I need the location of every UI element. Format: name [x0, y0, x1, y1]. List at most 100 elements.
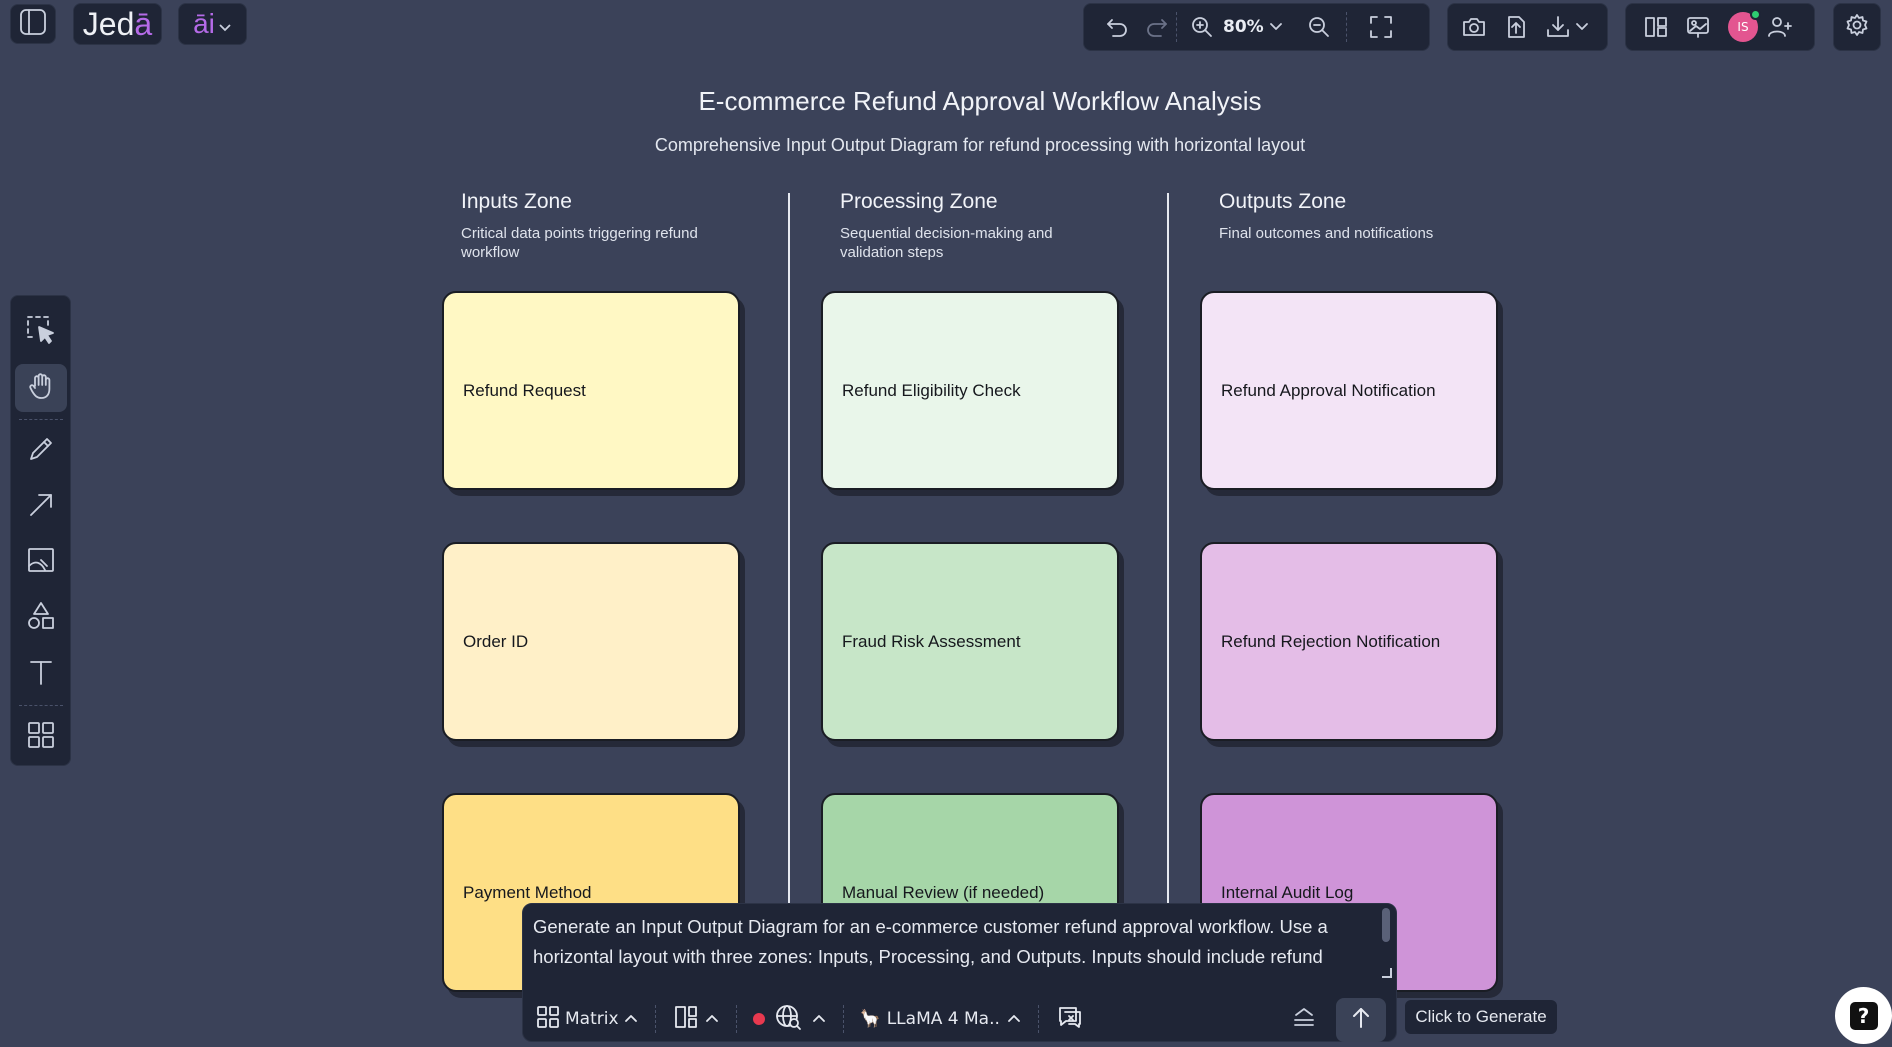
prompt-textarea[interactable]: Generate an Input Output Diagram for an … [533, 912, 1378, 976]
zone-divider [1167, 193, 1169, 903]
card-order-id[interactable]: Order ID [442, 542, 740, 741]
redo-icon[interactable] [1144, 14, 1170, 40]
pencil-icon [25, 433, 57, 469]
chat-clear-button[interactable] [1055, 1002, 1085, 1037]
chevron-down-icon [218, 8, 232, 40]
toolbar-divider [1176, 12, 1177, 42]
zone-description: Final outcomes and notifications [1219, 225, 1434, 242]
inputs-zone-header: Inputs Zone Critical data points trigger… [461, 190, 721, 262]
card-refund-eligibility-check[interactable]: Refund Eligibility Check [821, 291, 1119, 490]
logo-text: Jed [82, 5, 135, 42]
llama-icon: 🦙 [859, 1009, 881, 1029]
pencil-tool[interactable] [15, 427, 67, 475]
card-label: Fraud Risk Assessment [842, 631, 1021, 651]
arrow-up-icon [1348, 1005, 1374, 1035]
hand-tool[interactable] [14, 363, 67, 412]
card-refund-rejection-notification[interactable]: Refund Rejection Notification [1200, 542, 1498, 741]
avatar-initials: IS [1737, 20, 1749, 34]
add-user-icon[interactable] [1766, 13, 1794, 41]
toolbar-divider [735, 1005, 737, 1033]
upload-icon[interactable] [1502, 13, 1530, 41]
sidebar-toggle-button[interactable] [10, 4, 56, 44]
card-label: Refund Request [463, 380, 586, 400]
chevron-up-icon [1006, 1009, 1022, 1029]
grid-icon [25, 719, 57, 755]
collapse-button[interactable] [1290, 1003, 1318, 1036]
arrow-tool[interactable] [15, 483, 67, 531]
camera-icon[interactable] [1460, 13, 1488, 41]
card-label: Internal Audit Log [1221, 882, 1354, 902]
template-label: Matrix [565, 1009, 619, 1029]
image-tool[interactable] [15, 539, 67, 587]
shapes-tool[interactable] [15, 594, 67, 642]
globe-search-icon [773, 1002, 803, 1037]
help-button[interactable]: ? [1835, 987, 1892, 1044]
card-fraud-risk-assessment[interactable]: Fraud Risk Assessment [821, 542, 1119, 741]
card-label: Refund Approval Notification [1221, 380, 1436, 400]
chevron-down-icon[interactable] [1268, 21, 1284, 33]
zoom-in-icon[interactable] [1189, 14, 1215, 40]
zone-description: Critical data points triggering refund w… [461, 225, 698, 261]
user-avatar[interactable]: IS [1728, 9, 1761, 42]
image-icon [25, 544, 57, 580]
drawing-tools [10, 295, 71, 766]
arrow-icon [25, 489, 57, 525]
ai-label: āi [193, 8, 215, 39]
online-status-indicator [1750, 9, 1761, 20]
help-icon: ? [1849, 1001, 1878, 1030]
card-label: Payment Method [463, 882, 592, 902]
chevron-down-icon[interactable] [1574, 21, 1590, 33]
undo-icon[interactable] [1104, 14, 1130, 40]
zone-title: Inputs Zone [461, 190, 572, 213]
prompt-controls: Matrix 🦙 LLaMA 4 Ma.. [523, 995, 1396, 1043]
layout-selector[interactable] [672, 1003, 720, 1036]
present-image-icon[interactable] [1684, 13, 1712, 41]
model-selector[interactable]: 🦙 LLaMA 4 Ma.. [860, 1009, 1022, 1029]
card-label: Manual Review (if needed) [842, 882, 1045, 902]
sidebar-icon [18, 7, 48, 41]
toolbar-divider [1345, 12, 1347, 42]
prompt-scrollbar[interactable] [1382, 908, 1390, 942]
download-icon[interactable] [1544, 13, 1572, 41]
collapse-icon [1290, 1003, 1318, 1036]
template-grid-icon [535, 1004, 561, 1035]
export-toolbar [1447, 3, 1608, 51]
template-selector[interactable]: Matrix [535, 1004, 639, 1035]
zoom-level[interactable]: 80% [1223, 17, 1264, 37]
card-refund-approval-notification[interactable]: Refund Approval Notification [1200, 291, 1498, 490]
templates-tool[interactable] [15, 713, 67, 761]
text-tool[interactable] [15, 650, 67, 698]
fit-screen-icon[interactable] [1367, 13, 1395, 41]
web-search-selector[interactable] [752, 1002, 827, 1037]
logo-accent: ā [134, 5, 153, 42]
ai-prompt-panel: Generate an Input Output Diagram for an … [522, 903, 1397, 1042]
card-label: Order ID [463, 631, 529, 651]
gear-icon [1844, 12, 1870, 42]
layout-panels-icon[interactable] [1642, 13, 1670, 41]
chevron-up-icon [704, 1009, 720, 1029]
processing-zone-header: Processing Zone Sequential decision-maki… [840, 190, 1100, 262]
toolbar-divider [1037, 1005, 1039, 1033]
zoom-out-icon[interactable] [1306, 14, 1332, 40]
hand-icon [25, 370, 57, 406]
diagram-title: E-commerce Refund Approval Workflow Anal… [698, 86, 1262, 116]
app-logo[interactable]: Jed ā [73, 3, 162, 45]
select-tool[interactable] [15, 308, 67, 356]
model-label: LLaMA 4 Ma.. [886, 1009, 1000, 1029]
outputs-zone-header: Outputs Zone Final outcomes and notifica… [1219, 190, 1479, 243]
tool-divider [18, 705, 63, 707]
toolbar-divider [842, 1005, 844, 1033]
main-toolbar: 80% [1083, 3, 1430, 51]
settings-button[interactable] [1833, 3, 1881, 51]
card-label: Refund Rejection Notification [1221, 631, 1441, 651]
ai-menu-button[interactable]: āi [178, 3, 247, 45]
generate-button[interactable] [1336, 998, 1386, 1042]
layout-icon [672, 1003, 700, 1036]
diagram-subtitle: Comprehensive Input Output Diagram for r… [654, 135, 1306, 155]
card-refund-request[interactable]: Refund Request [442, 291, 740, 490]
resize-handle[interactable] [1382, 968, 1392, 978]
toolbar-divider [654, 1005, 656, 1033]
zone-divider [788, 193, 790, 903]
user-toolbar: IS [1625, 3, 1815, 51]
chevron-up-icon [623, 1009, 639, 1029]
